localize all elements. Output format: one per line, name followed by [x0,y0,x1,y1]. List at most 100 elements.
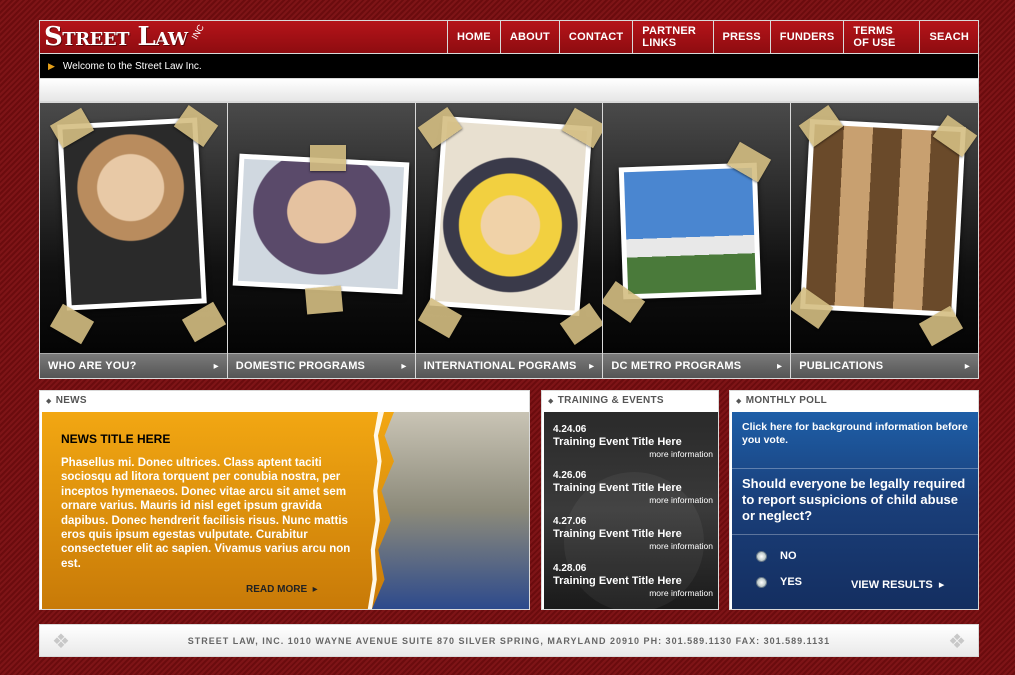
news-header: ◆ NEWS [42,391,527,410]
news-title[interactable]: NEWS TITLE HERE [61,432,170,446]
nav-partner-links[interactable]: PARTNER LINKS [632,21,712,53]
spacer-bar [39,78,979,102]
event-date: 4.26.06 [553,470,587,481]
panel-label[interactable]: DOMESTIC PROGRAMS ▸ [227,353,415,378]
event-title-link[interactable]: Training Event Title Here [553,482,713,494]
page-container: Street Law INC HOME ABOUT CONTACT PARTNE… [39,20,979,379]
event-more-link[interactable]: more information [553,495,713,505]
welcome-bar: ▶ Welcome to the Street Law Inc. [39,54,979,78]
feature-panels: WHO ARE YOU? ▸ DOMESTIC PROGRAMS ▸ INTER… [39,102,979,379]
arrow-right-icon: ▸ [589,360,595,372]
divider [732,534,978,535]
panel-international-programs[interactable]: INTERNATIONAL POGRAMS ▸ [415,103,603,378]
event-more-link[interactable]: more information [553,541,713,551]
events-box: ◆ TRAINING & EVENTS 4.24.06 Training Eve… [541,390,719,610]
event-title-link[interactable]: Training Event Title Here [553,528,713,540]
poll-option-label: YES [780,576,803,588]
event-title-link[interactable]: Training Event Title Here [553,436,713,448]
news-header-label: NEWS [55,395,87,406]
nav-contact[interactable]: CONTACT [558,21,632,53]
logo[interactable]: Street Law INC [40,21,447,53]
welcome-text: Welcome to the Street Law Inc. [62,60,202,72]
poll-header-label: MONTHLY POLL [745,395,828,406]
panel-label-text: PUBLICATIONS [799,360,884,372]
poll-header: ◆ MONTHLY POLL [732,391,976,410]
event-date: 4.27.06 [553,516,587,527]
event-date: 4.28.06 [553,563,587,574]
nav-about[interactable]: ABOUT [499,21,559,53]
bullet-icon: ▶ [48,60,55,71]
arrow-right-icon: ▸ [964,360,970,372]
arrow-right-icon: ▸ [935,579,945,591]
divider [732,468,978,469]
event-item: 4.27.06 Training Event Title Here more i… [553,516,713,551]
diamond-icon: ◆ [548,397,554,405]
panel-domestic-programs[interactable]: DOMESTIC PROGRAMS ▸ [227,103,415,378]
diamond-icon: ◆ [736,397,742,405]
nav-search[interactable]: SEACH [919,21,978,53]
panel-dc-metro-programs[interactable]: DC METRO PROGRAMS ▸ [603,103,791,378]
scroll-ornament-icon: ❖ [52,631,70,653]
events-body: 4.24.06 Training Event Title Here more i… [544,412,718,609]
panel-label[interactable]: DC METRO PROGRAMS ▸ [603,353,791,378]
panel-label-text: INTERNATIONAL POGRAMS [423,360,577,372]
diamond-icon: ◆ [46,397,52,405]
panel-label-text: DOMESTIC PROGRAMS [235,360,366,372]
nav-home[interactable]: HOME [447,21,500,53]
arrow-right-icon: ▸ [309,584,318,595]
content-boxes: ◆ NEWS NEWS TITLE HERE Phasellus mi. Don… [39,390,979,610]
panel-who-are-you[interactable]: WHO ARE YOU? ▸ [40,103,227,378]
poll-option-yes[interactable]: YES [756,576,802,588]
panel-label-text: DC METRO PROGRAMS [611,360,742,372]
events-header: ◆ TRAINING & EVENTS [544,391,716,410]
arrow-right-icon: ▸ [213,360,219,372]
photo-classroom-computers [372,412,529,609]
poll-background-link[interactable]: Click here for background information be… [742,421,972,447]
poll-box: ◆ MONTHLY POLL Click here for background… [729,390,979,610]
event-item: 4.28.06 Training Event Title Here more i… [553,563,713,598]
footer: ❖ STREET LAW, INC. 1010 WAYNE AVENUE SUI… [39,624,979,657]
arrow-right-icon: ▸ [401,360,407,372]
view-results-link[interactable]: VIEW RESULTS ▸ [851,578,944,591]
nav-press[interactable]: PRESS [712,21,770,53]
radio-button[interactable] [756,550,767,562]
event-more-link[interactable]: more information [553,449,713,459]
panel-label[interactable]: PUBLICATIONS ▸ [791,353,978,378]
panel-label[interactable]: WHO ARE YOU? ▸ [40,353,227,378]
nav-funders[interactable]: FUNDERS [769,21,844,53]
panel-label[interactable]: INTERNATIONAL POGRAMS ▸ [415,353,603,378]
photo-teen-girl [57,117,207,311]
read-more-link[interactable]: READ MORE ▸ [246,584,318,595]
tape-decoration [309,145,346,171]
event-item: 4.26.06 Training Event Title Here more i… [553,470,713,505]
photo-capitol-building [619,162,762,300]
logo-suffix: INC [189,22,206,42]
event-more-link[interactable]: more information [553,588,713,598]
photo-girl-in-hat [429,115,593,317]
poll-option-no[interactable]: NO [756,550,797,562]
scroll-ornament-icon: ❖ [948,631,966,653]
event-item: 4.24.06 Training Event Title Here more i… [553,424,713,459]
poll-body: Click here for background information be… [732,412,978,609]
tape-decoration [181,301,227,343]
panel-label-text: WHO ARE YOU? [48,360,137,372]
arrow-right-icon: ▸ [776,360,783,372]
photo-library-students [800,119,967,317]
nav-terms-of-use[interactable]: TERMS OF USE [843,21,919,53]
poll-question: Should everyone be legally required to r… [742,476,966,523]
radio-button[interactable] [756,576,767,588]
news-body: NEWS TITLE HERE Phasellus mi. Donec ultr… [42,412,529,609]
view-results-label: VIEW RESULTS [851,579,933,591]
event-date: 4.24.06 [553,424,587,435]
main-nav: HOME ABOUT CONTACT PARTNER LINKS PRESS F… [447,21,978,53]
read-more-label: READ MORE [246,584,308,595]
panel-publications[interactable]: PUBLICATIONS ▸ [791,103,978,378]
logo-text: Street Law [44,22,188,52]
news-text: Phasellus mi. Donec ultrices. Class apte… [61,457,351,570]
events-header-label: TRAINING & EVENTS [557,395,664,406]
photo-family-group [232,153,410,295]
header: Street Law INC HOME ABOUT CONTACT PARTNE… [39,20,979,54]
event-title-link[interactable]: Training Event Title Here [553,575,713,587]
news-box: ◆ NEWS NEWS TITLE HERE Phasellus mi. Don… [39,390,530,610]
tape-decoration [304,285,343,315]
